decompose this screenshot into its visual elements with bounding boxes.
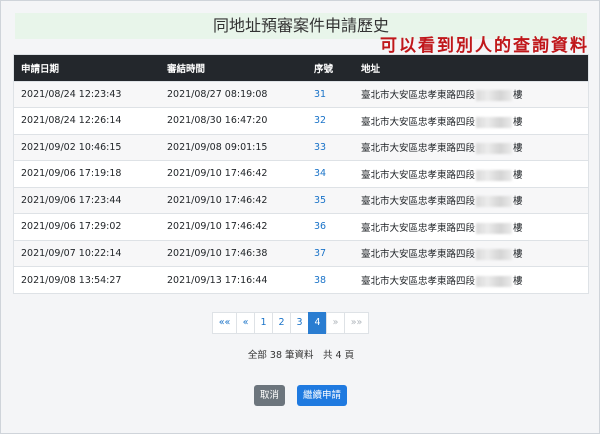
- seq-cell: 38: [307, 266, 354, 293]
- review-time-cell: 2021/09/10 17:46:42: [160, 186, 307, 214]
- first-page-button[interactable]: ««: [212, 312, 237, 334]
- page-button-1[interactable]: 1: [254, 312, 273, 334]
- review-time-cell: 2021/08/30 16:47:20: [160, 107, 307, 134]
- apply-date-cell: 2021/09/06 17:19:18: [14, 160, 160, 187]
- address-cell: 臺北市大安區忠孝東路四段 樓: [354, 160, 588, 187]
- floor-text: 樓: [513, 143, 523, 155]
- cancel-button[interactable]: 取消: [254, 385, 285, 406]
- table-row: 2021/09/06 17:29:02 2021/09/10 17:46:42 …: [14, 213, 588, 240]
- floor-text: 樓: [513, 196, 523, 208]
- address-cell: 臺北市大安區忠孝東路四段 樓: [354, 186, 588, 214]
- table-header-row: 申請日期 審結時間 序號 地址: [14, 55, 588, 81]
- seq-cell: 35: [307, 186, 354, 214]
- header-review-time: 審結時間: [160, 55, 307, 81]
- redacted-block: [476, 143, 513, 155]
- address-text: 臺北市大安區忠孝東路四段: [361, 249, 476, 261]
- page-button-3[interactable]: 3: [290, 312, 309, 334]
- table-row: 2021/08/24 12:23:43 2021/08/27 08:19:08 …: [14, 80, 588, 108]
- apply-date-cell: 2021/09/06 17:29:02: [14, 213, 160, 240]
- apply-date-cell: 2021/09/02 10:46:15: [14, 133, 160, 161]
- address-cell: 臺北市大安區忠孝東路四段 樓: [354, 80, 588, 108]
- floor-text: 樓: [513, 222, 523, 234]
- seq-cell: 37: [307, 239, 354, 267]
- table-row: 2021/09/06 17:23:44 2021/09/10 17:46:42 …: [14, 186, 588, 214]
- prev-page-button[interactable]: «: [236, 312, 255, 334]
- last-page-button[interactable]: »»: [344, 312, 369, 334]
- seq-link[interactable]: 31: [314, 89, 326, 100]
- header-apply-date: 申請日期: [14, 55, 160, 81]
- redacted-block: [476, 196, 513, 208]
- address-text: 臺北市大安區忠孝東路四段: [361, 169, 476, 181]
- apply-date-cell: 2021/08/24 12:26:14: [14, 107, 160, 134]
- redacted-block: [476, 276, 513, 287]
- floor-text: 樓: [513, 116, 523, 128]
- next-page-button[interactable]: »: [326, 312, 345, 334]
- seq-cell: 34: [307, 160, 354, 187]
- annotation-text: 可以看到別人的查詢資料: [380, 36, 589, 56]
- apply-date-cell: 2021/09/07 10:22:14: [14, 239, 160, 267]
- seq-cell: 36: [307, 213, 354, 240]
- table-row: 2021/09/06 17:19:18 2021/09/10 17:46:42 …: [14, 160, 588, 187]
- header-address: 地址: [354, 55, 588, 81]
- address-text: 臺北市大安區忠孝東路四段: [361, 116, 476, 128]
- floor-text: 樓: [513, 249, 523, 261]
- pagination: «« « 1 2 3 4 » »»: [212, 312, 369, 334]
- address-text: 臺北市大安區忠孝東路四段: [361, 276, 476, 287]
- history-table: 申請日期 審結時間 序號 地址 2021/08/24 12:23:43 2021…: [13, 54, 589, 294]
- seq-link[interactable]: 37: [314, 248, 326, 259]
- redacted-block: [476, 222, 513, 234]
- seq-cell: 32: [307, 107, 354, 134]
- redacted-block: [476, 90, 513, 102]
- seq-link[interactable]: 35: [314, 195, 326, 206]
- floor-text: 樓: [513, 276, 523, 287]
- redacted-block: [476, 249, 513, 261]
- page-button-4-active[interactable]: 4: [308, 312, 327, 334]
- floor-text: 樓: [513, 90, 523, 102]
- address-cell: 臺北市大安區忠孝東路四段 樓: [354, 239, 588, 267]
- address-text: 臺北市大安區忠孝東路四段: [361, 222, 476, 234]
- continue-apply-button[interactable]: 繼續申請: [297, 385, 347, 406]
- seq-link[interactable]: 32: [314, 115, 326, 126]
- review-time-cell: 2021/08/27 08:19:08: [160, 80, 307, 108]
- seq-link[interactable]: 38: [314, 275, 326, 286]
- address-cell: 臺北市大安區忠孝東路四段 樓: [354, 107, 588, 134]
- review-time-cell: 2021/09/10 17:46:42: [160, 160, 307, 187]
- table-row: 2021/09/08 13:54:27 2021/09/13 17:16:44 …: [14, 266, 588, 293]
- review-time-cell: 2021/09/10 17:46:42: [160, 213, 307, 240]
- address-text: 臺北市大安區忠孝東路四段: [361, 90, 476, 102]
- seq-cell: 33: [307, 133, 354, 161]
- seq-cell: 31: [307, 80, 354, 108]
- records-summary: 全部 38 筆資料 共 4 頁: [247, 350, 355, 361]
- redacted-block: [476, 169, 513, 181]
- apply-date-cell: 2021/09/08 13:54:27: [14, 266, 160, 293]
- floor-text: 樓: [513, 169, 523, 181]
- table-row: 2021/09/07 10:22:14 2021/09/10 17:46:38 …: [14, 239, 588, 267]
- apply-date-cell: 2021/09/06 17:23:44: [14, 186, 160, 214]
- table-row: 2021/08/24 12:26:14 2021/08/30 16:47:20 …: [14, 107, 588, 134]
- address-cell: 臺北市大安區忠孝東路四段 樓: [354, 266, 588, 293]
- seq-link[interactable]: 33: [314, 142, 326, 153]
- review-time-cell: 2021/09/13 17:16:44: [160, 266, 307, 293]
- apply-date-cell: 2021/08/24 12:23:43: [14, 80, 160, 108]
- table-row: 2021/09/02 10:46:15 2021/09/08 09:01:15 …: [14, 133, 588, 161]
- header-seq: 序號: [307, 55, 354, 81]
- address-cell: 臺北市大安區忠孝東路四段 樓: [354, 213, 588, 240]
- redacted-block: [476, 116, 513, 128]
- seq-link[interactable]: 36: [314, 221, 326, 232]
- address-cell: 臺北市大安區忠孝東路四段 樓: [354, 133, 588, 161]
- address-text: 臺北市大安區忠孝東路四段: [361, 196, 476, 208]
- page-button-2[interactable]: 2: [272, 312, 291, 334]
- review-time-cell: 2021/09/10 17:46:38: [160, 239, 307, 267]
- page-frame: 同地址預審案件申請歷史 可以看到別人的查詢資料 申請日期 審結時間 序號 地址 …: [0, 0, 600, 434]
- review-time-cell: 2021/09/08 09:01:15: [160, 133, 307, 161]
- seq-link[interactable]: 34: [314, 168, 326, 179]
- address-text: 臺北市大安區忠孝東路四段: [361, 143, 476, 155]
